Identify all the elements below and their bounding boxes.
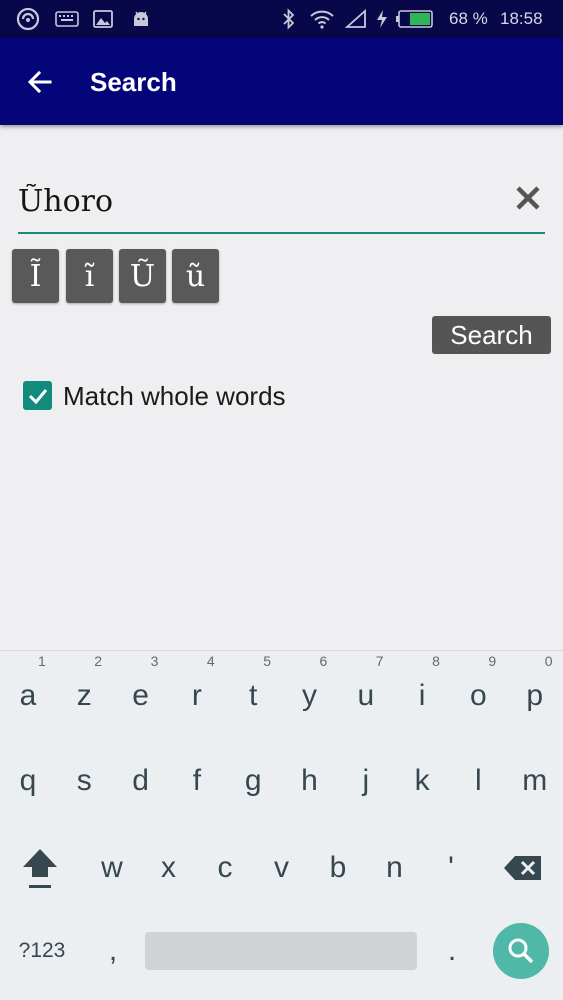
- row2-key-6[interactable]: j: [338, 746, 394, 816]
- key-hint-0: 1: [38, 653, 46, 669]
- row1-key-6[interactable]: u: [338, 661, 394, 731]
- row1-key-7[interactable]: i: [394, 661, 450, 731]
- battery-percent: 68 %: [449, 9, 488, 28]
- shift-key[interactable]: [12, 833, 68, 903]
- row3-key-2[interactable]: c: [197, 833, 253, 903]
- char-button-small-u-tilde[interactable]: ũ: [172, 249, 219, 303]
- row3-key-3[interactable]: v: [254, 833, 310, 903]
- row2-key-1[interactable]: s: [56, 746, 112, 816]
- search-enter-key[interactable]: [493, 923, 549, 979]
- signal-icon: [344, 8, 368, 30]
- period-key[interactable]: .: [424, 916, 480, 986]
- key-hint-5: 6: [319, 653, 328, 669]
- shift-icon: [23, 849, 57, 888]
- match-whole-words-checkbox[interactable]: [23, 381, 52, 410]
- row3-key-1[interactable]: x: [141, 833, 197, 903]
- key-hint-6: 7: [375, 653, 384, 669]
- keyboard-icon: [54, 8, 80, 30]
- row2-key-8[interactable]: l: [450, 746, 506, 816]
- row2-key-4[interactable]: g: [225, 746, 281, 816]
- row2-key-9[interactable]: m: [507, 746, 563, 816]
- bluetooth-icon: [280, 8, 298, 30]
- backspace-icon: [504, 856, 541, 880]
- row2-key-2[interactable]: d: [113, 746, 169, 816]
- row1-key-5[interactable]: y: [282, 661, 338, 731]
- row2-key-7[interactable]: k: [394, 746, 450, 816]
- comma-key[interactable]: ,: [85, 916, 141, 986]
- key-hint-8: 9: [488, 653, 497, 669]
- status-bar: 68 % 18:58: [0, 0, 563, 38]
- row1-key-1[interactable]: z: [56, 661, 112, 731]
- row1-key-0[interactable]: a: [0, 661, 56, 731]
- row1-key-9[interactable]: p: [507, 661, 563, 731]
- match-whole-words-label[interactable]: Match whole words: [63, 378, 286, 414]
- key-hint-7: 8: [432, 653, 440, 669]
- search-icon: [508, 938, 534, 964]
- key-hint-2: 3: [150, 653, 159, 669]
- search-button[interactable]: Search: [432, 316, 551, 354]
- row2-key-5[interactable]: h: [282, 746, 338, 816]
- close-icon: [516, 186, 540, 210]
- char-button-small-i-tilde[interactable]: ĩ: [66, 249, 113, 303]
- search-input[interactable]: [18, 176, 488, 226]
- battery-icon: [395, 8, 435, 30]
- row3-key-5[interactable]: n: [367, 833, 423, 903]
- key-hint-9: 0: [544, 653, 553, 669]
- symbols-key[interactable]: ?123: [12, 916, 72, 986]
- row2-key-0[interactable]: q: [0, 746, 56, 816]
- space-bar[interactable]: [145, 932, 417, 970]
- row2-key-3[interactable]: f: [169, 746, 225, 816]
- row3-key-4[interactable]: b: [310, 833, 366, 903]
- char-button-capital-u-tilde[interactable]: Ũ: [119, 249, 166, 303]
- key-hint-3: 4: [206, 653, 215, 669]
- char-button-capital-i-tilde[interactable]: Ĩ: [12, 249, 59, 303]
- android-icon: [130, 8, 152, 30]
- row1-key-3[interactable]: r: [169, 661, 225, 731]
- row1-key-8[interactable]: o: [450, 661, 506, 731]
- app-bar: Search: [0, 38, 563, 125]
- wifi-icon: [308, 8, 336, 30]
- row1-key-2[interactable]: e: [113, 661, 169, 731]
- backspace-key[interactable]: [493, 833, 553, 903]
- arrow-left-icon: [27, 70, 52, 94]
- key-hint-1: 2: [94, 653, 103, 669]
- checkmark-icon: [28, 388, 47, 404]
- charging-icon: [375, 8, 389, 30]
- row1-key-4[interactable]: t: [225, 661, 281, 731]
- image-icon: [92, 8, 114, 30]
- clock: 18:58: [500, 9, 543, 28]
- back-button[interactable]: [18, 60, 62, 104]
- clear-button[interactable]: [508, 178, 548, 218]
- row3-key-6[interactable]: ': [423, 833, 479, 903]
- row3-key-0[interactable]: w: [84, 833, 140, 903]
- key-hint-4: 5: [263, 653, 271, 669]
- page-title: Search: [90, 67, 177, 97]
- search-field: [18, 170, 545, 234]
- app-swirl-icon: [14, 7, 42, 31]
